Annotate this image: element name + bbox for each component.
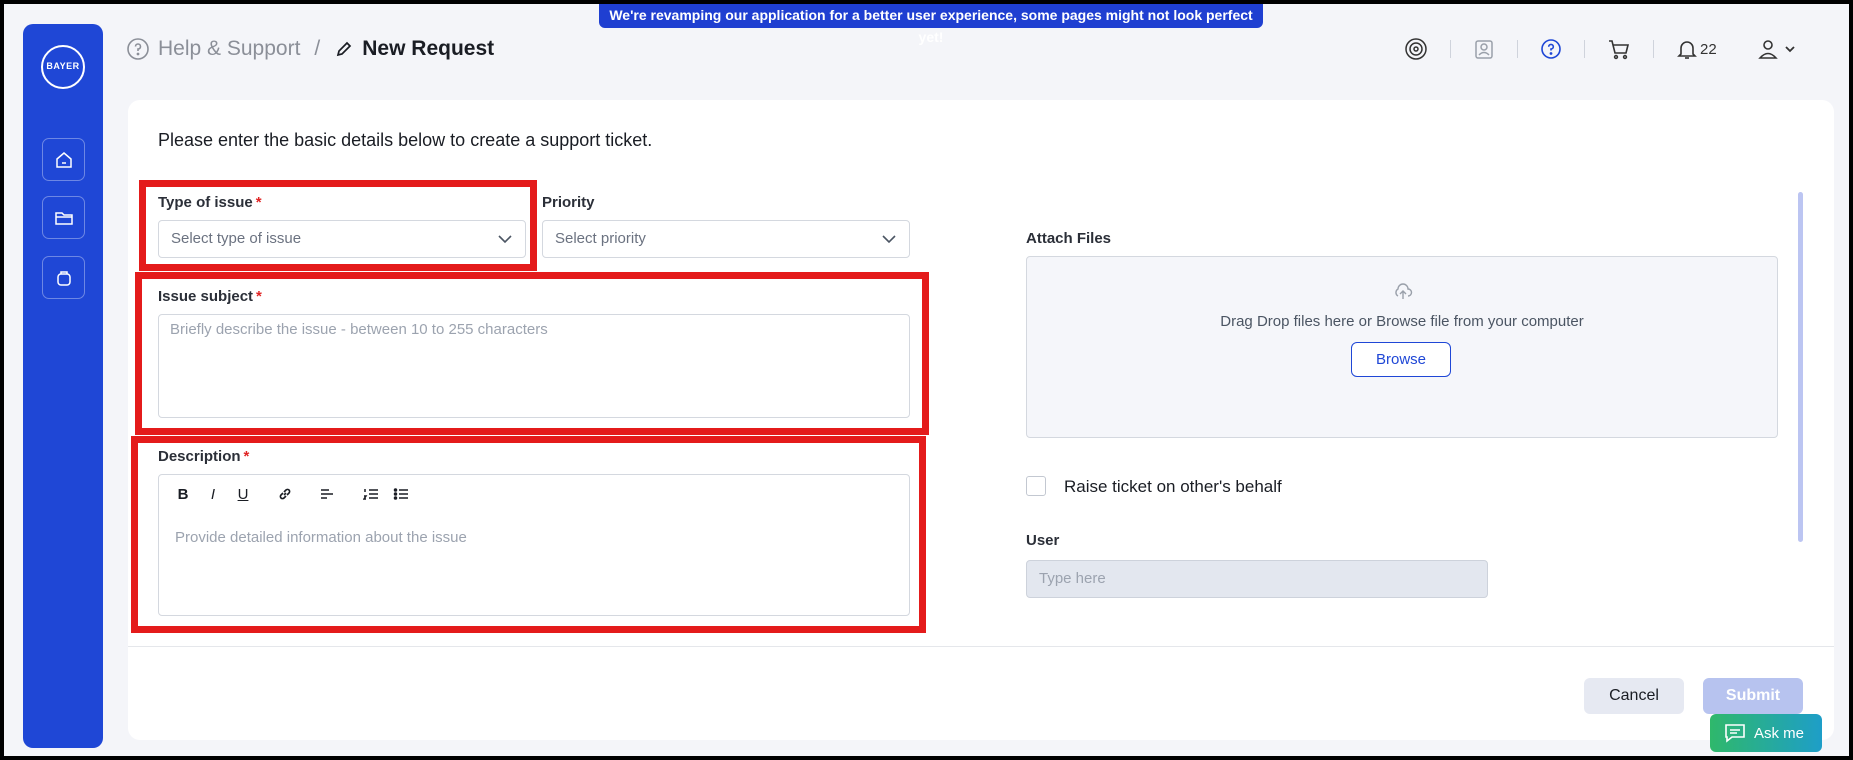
divider bbox=[1653, 40, 1654, 58]
behalf-checkbox[interactable] bbox=[1026, 476, 1046, 496]
sidebar-item-home[interactable] bbox=[42, 138, 85, 181]
ask-me-label: Ask me bbox=[1754, 724, 1805, 742]
chevron-down-icon bbox=[882, 235, 896, 244]
bag-icon bbox=[56, 270, 71, 286]
pencil-icon bbox=[337, 41, 352, 57]
folder-icon bbox=[54, 211, 73, 225]
user-label: User bbox=[1026, 532, 1060, 549]
announcement-banner: We're revamping our application for a be… bbox=[599, 4, 1263, 45]
upload-cloud-icon bbox=[1395, 283, 1413, 299]
highlight-type-of-issue bbox=[139, 180, 537, 271]
browse-button[interactable]: Browse bbox=[1351, 342, 1451, 377]
file-dropzone[interactable]: Drag Drop files here or Browse file from… bbox=[1026, 256, 1778, 438]
settings-wheel-button[interactable] bbox=[1404, 37, 1428, 61]
form-intro: Please enter the basic details below to … bbox=[158, 130, 653, 150]
header-toolbar: 22 bbox=[1404, 36, 1797, 62]
bell-icon bbox=[1677, 41, 1697, 59]
user-menu-button[interactable] bbox=[1757, 38, 1797, 60]
home-icon bbox=[55, 151, 72, 168]
priority-placeholder: Select priority bbox=[555, 230, 646, 247]
logo-text: BAYER bbox=[46, 61, 80, 71]
behalf-checkbox-label[interactable]: Raise ticket on other's behalf bbox=[1064, 477, 1282, 497]
chevron-down-icon bbox=[1785, 46, 1795, 53]
cancel-button[interactable]: Cancel bbox=[1584, 678, 1684, 714]
wheel-icon bbox=[1405, 38, 1427, 60]
sidebar-item-folder[interactable] bbox=[42, 196, 85, 239]
breadcrumb-parent[interactable]: Help & Support bbox=[158, 37, 300, 61]
user-input[interactable]: Type here bbox=[1026, 560, 1488, 598]
footer-divider bbox=[128, 646, 1834, 647]
cart-icon bbox=[1609, 40, 1630, 60]
user-icon bbox=[1757, 40, 1778, 59]
priority-label: Priority bbox=[542, 194, 595, 211]
notification-count: 22 bbox=[1700, 40, 1717, 58]
highlight-issue-subject bbox=[135, 272, 929, 435]
dropzone-text: Drag Drop files here or Browse file from… bbox=[1220, 313, 1584, 330]
divider bbox=[1450, 40, 1451, 58]
divider bbox=[1584, 40, 1585, 58]
badge-icon bbox=[1475, 40, 1493, 59]
priority-select[interactable]: Select priority bbox=[542, 220, 910, 258]
help-icon bbox=[127, 38, 149, 60]
highlight-description bbox=[131, 436, 926, 633]
divider bbox=[1517, 40, 1518, 58]
cart-button[interactable] bbox=[1607, 38, 1631, 60]
sidebar: BAYER bbox=[23, 24, 103, 748]
profile-badge-button[interactable] bbox=[1473, 38, 1495, 60]
breadcrumb-separator: / bbox=[314, 37, 321, 60]
chat-icon bbox=[1725, 724, 1745, 743]
help-circle-icon bbox=[1541, 39, 1561, 59]
bayer-logo[interactable]: BAYER bbox=[41, 45, 85, 89]
notifications-button[interactable]: 22 bbox=[1676, 38, 1717, 60]
submit-button[interactable]: Submit bbox=[1703, 678, 1803, 714]
attach-files-label: Attach Files bbox=[1026, 230, 1112, 247]
scrollbar[interactable] bbox=[1798, 192, 1803, 542]
app-window: We're revamping our application for a be… bbox=[4, 4, 1849, 756]
user-input-placeholder: Type here bbox=[1039, 570, 1106, 587]
page-title: New Request bbox=[362, 37, 495, 60]
ask-me-button[interactable]: Ask me bbox=[1710, 714, 1822, 752]
breadcrumb: Help & Support / New Request bbox=[126, 36, 494, 62]
sidebar-item-bag[interactable] bbox=[42, 256, 85, 299]
help-button[interactable] bbox=[1540, 38, 1562, 60]
